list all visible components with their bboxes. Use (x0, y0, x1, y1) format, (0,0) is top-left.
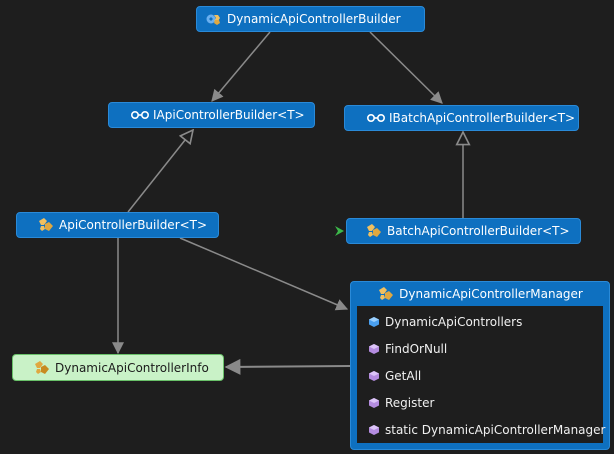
node-batch-api-controller-builder[interactable]: BatchApiControllerBuilder<T> (346, 218, 581, 244)
interface-icon (367, 110, 385, 126)
class-icon (37, 217, 55, 233)
member-get-all[interactable]: GetAll (357, 362, 603, 389)
node-dynamic-api-controller-manager[interactable]: DynamicApiControllerManager DynamicApiCo… (350, 281, 610, 450)
node-dynamic-api-controller-info[interactable]: DynamicApiControllerInfo (12, 354, 224, 381)
member-dynamic-api-controllers[interactable]: DynamicApiControllers (357, 308, 603, 335)
method-icon (367, 368, 381, 384)
manager-member-list: DynamicApiControllers FindOrNull GetAll … (357, 306, 606, 443)
member-label: Register (385, 395, 435, 410)
class-icon (33, 360, 51, 376)
edge-builder-to-iapi (211, 31, 271, 102)
node-api-controller-builder[interactable]: ApiControllerBuilder<T> (16, 212, 219, 238)
node-dynamic-api-controller-builder[interactable]: DynamicApiControllerBuilder (196, 6, 425, 32)
static-class-icon (205, 11, 223, 27)
node-label: IBatchApiControllerBuilder<T> (389, 111, 576, 125)
member-register[interactable]: Register (357, 389, 603, 416)
edge-builder-to-ibatch (369, 31, 443, 104)
method-icon (367, 395, 381, 411)
member-label: GetAll (385, 368, 422, 383)
node-label: DynamicApiControllerManager (399, 287, 583, 301)
member-static-constructor[interactable]: static DynamicApiControllerManager (357, 416, 606, 443)
entry-point-arrow-icon (335, 226, 344, 236)
edge-api-to-manager (179, 237, 349, 311)
property-icon (367, 314, 381, 330)
node-iapi-controller-builder[interactable]: IApiControllerBuilder<T> (108, 102, 315, 128)
member-label: static DynamicApiControllerManager (385, 422, 606, 437)
class-icon (377, 286, 395, 302)
node-label: IApiControllerBuilder<T> (153, 108, 305, 122)
class-icon (365, 223, 383, 239)
member-label: FindOrNull (385, 341, 448, 356)
node-ibatch-api-controller-builder[interactable]: IBatchApiControllerBuilder<T> (344, 105, 579, 131)
method-icon (367, 422, 381, 438)
node-label: ApiControllerBuilder<T> (59, 218, 208, 232)
manager-header[interactable]: DynamicApiControllerManager (351, 282, 609, 306)
interface-icon (131, 107, 149, 123)
edge-manager-to-info (224, 358, 351, 375)
method-icon (367, 341, 381, 357)
member-label: DynamicApiControllers (385, 314, 523, 329)
node-label: DynamicApiControllerInfo (55, 360, 209, 375)
node-label: DynamicApiControllerBuilder (227, 12, 401, 26)
edge-api-implements-iapi (127, 130, 193, 213)
node-label: BatchApiControllerBuilder<T> (387, 224, 570, 238)
member-find-or-null[interactable]: FindOrNull (357, 335, 603, 362)
